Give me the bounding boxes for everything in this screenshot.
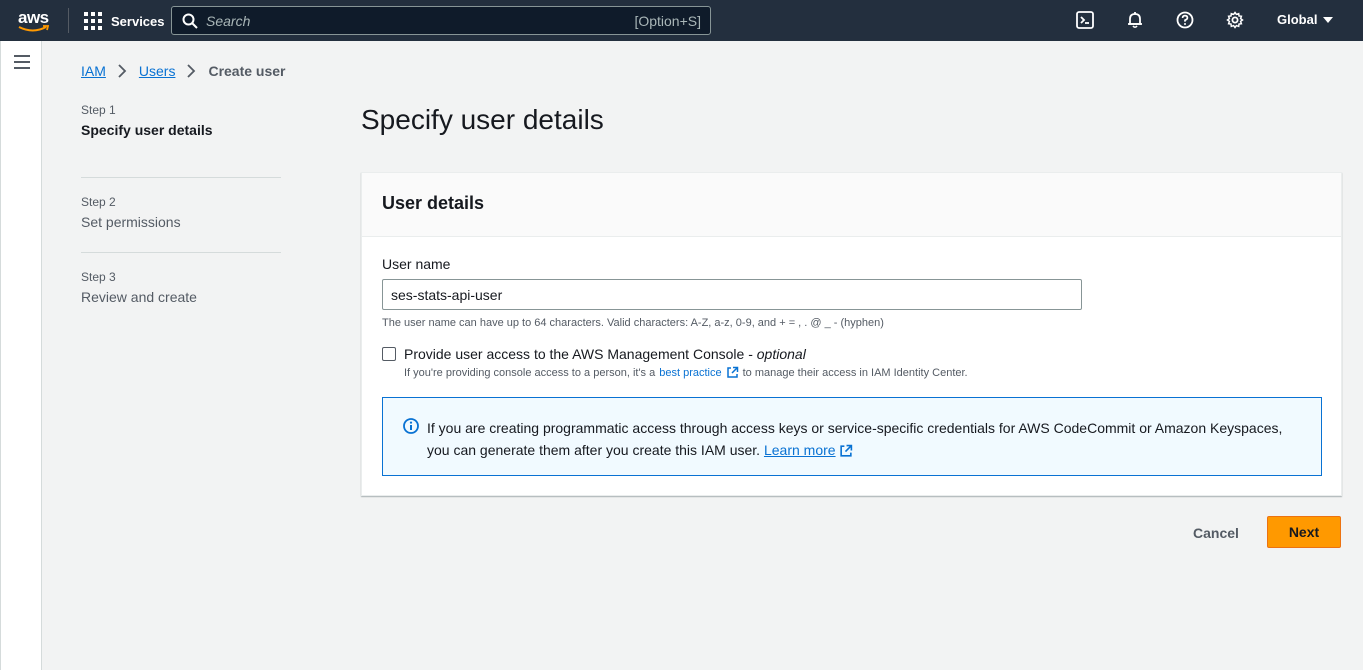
wizard-step-1: Step 1 Specify user details xyxy=(81,103,281,178)
caret-down-icon xyxy=(1323,16,1334,23)
services-menu-button[interactable]: Services xyxy=(84,11,165,31)
aws-logo[interactable]: aws xyxy=(14,7,54,33)
step-title: Set permissions xyxy=(81,214,181,230)
region-label: Global xyxy=(1277,12,1318,27)
console-desc-after: to manage their access in IAM Identity C… xyxy=(742,366,968,379)
console-desc-before: If you're providing console access to a … xyxy=(404,366,656,379)
menu-icon[interactable] xyxy=(14,55,30,69)
step-title: Review and create xyxy=(81,289,197,305)
info-message: If you are creating programmatic access … xyxy=(427,417,1307,461)
aws-smile-icon xyxy=(18,25,50,32)
info-text: If you are creating programmatic access … xyxy=(427,420,1283,458)
wizard-step-2: Step 2 Set permissions xyxy=(81,178,281,253)
external-link-icon[interactable] xyxy=(726,366,739,379)
best-practice-link[interactable]: best practice xyxy=(659,367,721,379)
optional-text: optional xyxy=(756,346,806,362)
breadcrumb-link-users[interactable]: Users xyxy=(139,63,176,79)
external-link-icon[interactable] xyxy=(839,444,853,458)
learn-more-link[interactable]: Learn more xyxy=(764,442,836,458)
search-input[interactable] xyxy=(206,9,606,32)
top-navigation: aws Services [Option+S] xyxy=(0,0,1363,41)
bell-icon[interactable] xyxy=(1125,10,1145,30)
page-title: Specify user details xyxy=(361,104,604,135)
breadcrumb-current: Create user xyxy=(208,63,286,79)
help-icon[interactable] xyxy=(1175,10,1195,30)
wizard-step-3: Step 3 Review and create xyxy=(81,253,281,328)
wizard-steps: Step 1 Specify user details Step 2 Set p… xyxy=(81,103,281,328)
username-hint: The user name can have up to 64 characte… xyxy=(382,317,884,329)
search-shortcut: [Option+S] xyxy=(634,13,701,29)
cancel-button[interactable]: Cancel xyxy=(1183,517,1249,548)
search-box[interactable]: [Option+S] xyxy=(171,6,711,35)
info-icon xyxy=(403,418,419,434)
username-input[interactable] xyxy=(382,279,1082,310)
breadcrumb-link-iam[interactable]: IAM xyxy=(81,63,106,79)
services-label: Services xyxy=(111,13,165,29)
step-number: Step 1 xyxy=(81,103,116,117)
step-number: Step 2 xyxy=(81,195,116,209)
user-details-panel: User details User name The user name can… xyxy=(361,172,1342,496)
gear-icon[interactable] xyxy=(1225,10,1245,30)
region-selector[interactable]: Global xyxy=(1277,12,1334,27)
username-label: User name xyxy=(382,256,451,272)
console-access-description: If you're providing console access to a … xyxy=(404,366,968,379)
side-navigation-rail xyxy=(0,41,42,670)
services-grid-icon xyxy=(84,12,102,30)
search-icon xyxy=(182,13,198,29)
console-access-label[interactable]: Provide user access to the AWS Managemen… xyxy=(404,346,806,362)
cloudshell-icon[interactable] xyxy=(1075,10,1095,30)
next-button[interactable]: Next xyxy=(1267,516,1341,548)
console-access-text: Provide user access to the AWS Managemen… xyxy=(404,346,757,362)
breadcrumb: IAM Users Create user xyxy=(81,63,286,79)
info-alert: If you are creating programmatic access … xyxy=(382,397,1322,476)
panel-title: User details xyxy=(382,193,485,213)
chevron-right-icon xyxy=(187,64,196,78)
step-title: Specify user details xyxy=(81,122,213,138)
console-access-checkbox[interactable] xyxy=(382,347,396,361)
panel-header: User details xyxy=(362,173,1341,237)
nav-divider xyxy=(68,8,69,33)
step-number: Step 3 xyxy=(81,270,116,284)
chevron-right-icon xyxy=(118,64,127,78)
